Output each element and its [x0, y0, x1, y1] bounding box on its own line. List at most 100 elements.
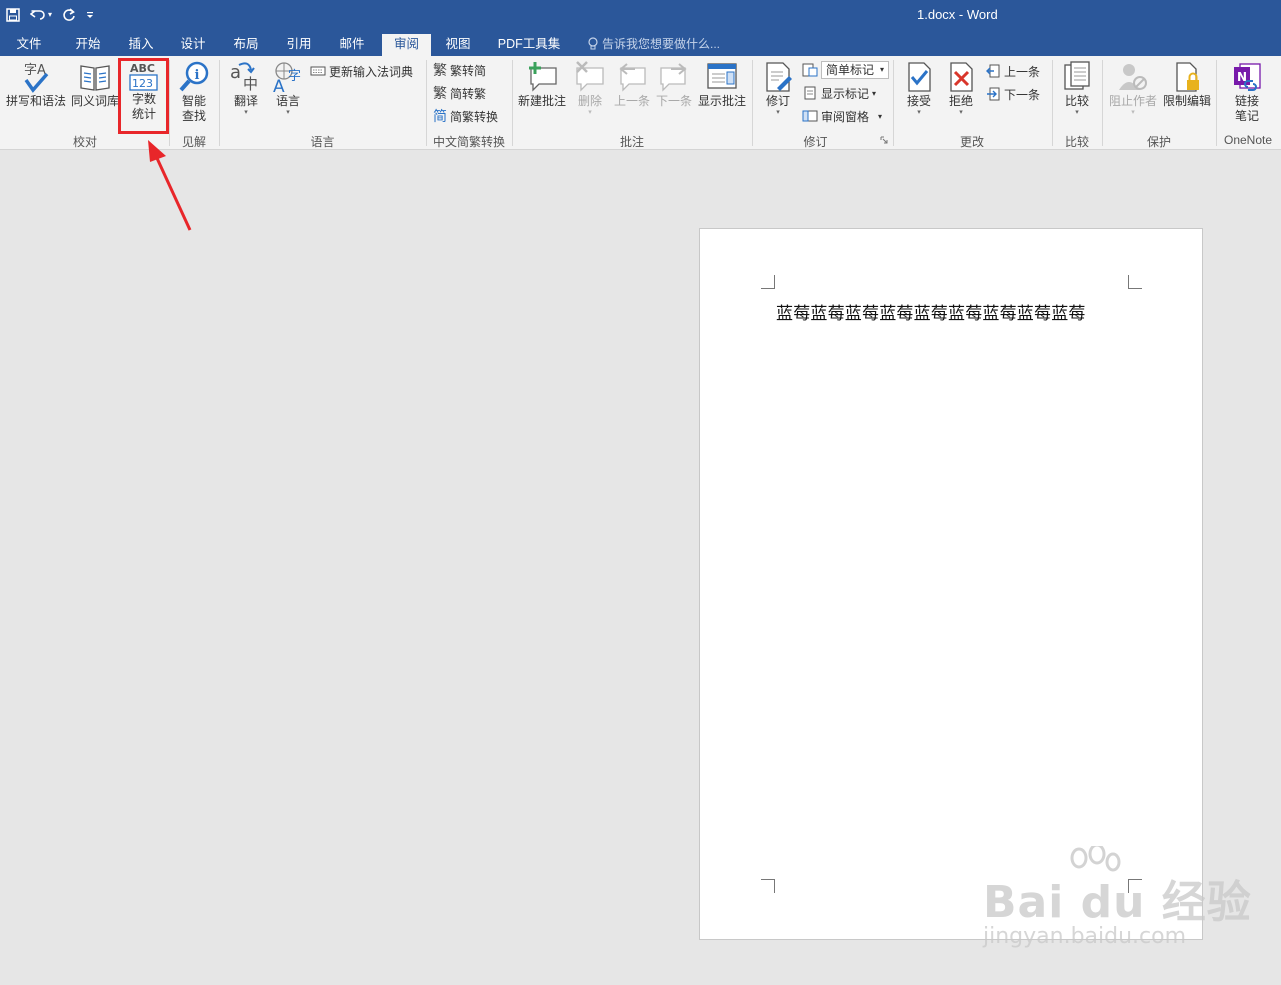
crop-mark — [1128, 275, 1142, 289]
new-comment-button[interactable]: 新建批注 — [515, 60, 569, 109]
chevron-down-icon: ▾ — [286, 109, 290, 116]
block-authors-button[interactable]: 阻止作者 ▾ — [1107, 60, 1159, 117]
tab-design[interactable]: 设计 — [172, 34, 214, 56]
show-markup-label: 显示标记 — [821, 86, 870, 101]
trad-to-simp-label: 繁转简 — [450, 63, 487, 78]
title-bar: ▾ 1.docx - Word — [0, 0, 1281, 30]
language-button[interactable]: A 字 语言 ▾ — [268, 60, 308, 117]
group-protect-label: 保护 — [1146, 135, 1171, 149]
tab-insert[interactable]: 插入 — [120, 34, 162, 56]
customize-qat-icon[interactable] — [86, 10, 94, 20]
update-ime-dictionary-button[interactable]: 更新输入法词典 — [310, 61, 413, 81]
previous-change-button[interactable]: 上一条 — [985, 61, 1040, 81]
previous-comment-button[interactable]: 上一条 — [612, 60, 652, 109]
crop-mark — [761, 275, 775, 289]
chevron-down-icon: ▾ — [588, 109, 592, 116]
chevron-down-icon: ▾ — [1075, 109, 1079, 116]
smart-lookup-label-1: 智能 — [181, 94, 206, 108]
next-change-button[interactable]: 下一条 — [985, 84, 1040, 104]
tab-references[interactable]: 引用 — [278, 34, 320, 56]
chevron-down-icon: ▾ — [917, 109, 921, 116]
group-tracking-label: 修订 — [803, 135, 828, 149]
tab-review[interactable]: 审阅 — [382, 34, 431, 56]
chevron-down-icon: ▾ — [244, 109, 248, 116]
show-comments-button[interactable]: 显示批注 — [696, 60, 748, 109]
watermark-url: jingyan.baidu.com — [983, 924, 1187, 949]
delete-comment-icon — [576, 61, 604, 92]
markup-mode-dropdown[interactable]: 简单标记 ▾ — [802, 60, 890, 80]
simp-to-trad-button[interactable]: 繁 简转繁 — [433, 83, 486, 103]
tab-pdf-tools[interactable]: PDF工具集 — [492, 34, 566, 56]
chinese-convert-label: 简繁转换 — [450, 109, 499, 124]
review-pane-button[interactable]: 审阅窗格 ▾ — [802, 106, 882, 126]
translate-icon: a 中 — [230, 62, 258, 93]
smart-lookup-label-2: 查找 — [181, 109, 206, 123]
svg-text:中: 中 — [243, 75, 258, 93]
show-comments-icon — [707, 63, 737, 89]
markup-mode-select[interactable]: 简单标记 ▾ — [821, 61, 890, 79]
spelling-grammar-button[interactable]: 字A 拼写和语法 — [5, 60, 67, 109]
track-changes-label: 修订 — [765, 94, 790, 108]
tab-file[interactable]: 文件 — [8, 34, 50, 56]
accept-icon — [908, 62, 931, 92]
chinese-convert-button[interactable]: 简 简繁转换 — [433, 106, 498, 126]
document-text[interactable]: 蓝莓蓝莓蓝莓蓝莓蓝莓蓝莓蓝莓蓝莓蓝莓 — [776, 299, 1086, 324]
previous-comment-icon — [619, 63, 646, 92]
smart-lookup-button[interactable]: i 智能 查找 — [172, 60, 216, 124]
tell-me-text: 告诉我您想要做什么... — [602, 37, 721, 51]
save-icon[interactable] — [6, 8, 20, 22]
restrict-editing-button[interactable]: 限制编辑 — [1161, 60, 1213, 109]
linked-notes-label-2: 笔记 — [1234, 109, 1259, 123]
previous-change-icon — [986, 64, 1000, 78]
ribbon-tabs: 文件 开始 插入 设计 布局 引用 邮件 审阅 视图 PDF工具集 告诉我您想要… — [0, 30, 1281, 56]
paw-logo-icon — [1070, 846, 1121, 872]
spelling-label: 拼写和语法 — [5, 94, 66, 108]
show-markup-button[interactable]: 显示标记 ▾ — [802, 83, 876, 103]
tracking-options-launcher[interactable] — [880, 135, 888, 145]
show-comments-label: 显示批注 — [697, 94, 746, 108]
delete-comment-button[interactable]: 删除 ▾ — [572, 60, 608, 117]
svg-text:字: 字 — [288, 69, 301, 84]
lightbulb-icon — [588, 37, 598, 50]
simp-to-trad-label: 简转繁 — [450, 86, 487, 101]
group-comments-label: 批注 — [619, 135, 644, 149]
trad-to-simp-button[interactable]: 繁 繁转简 — [433, 60, 486, 80]
tell-me-box[interactable]: 告诉我您想要做什么... — [588, 34, 720, 54]
chevron-down-icon: ▾ — [776, 109, 780, 116]
show-markup-icon — [804, 86, 816, 100]
thesaurus-label: 同义词库 — [70, 94, 119, 108]
group-changes-label: 更改 — [959, 135, 984, 149]
reject-button[interactable]: 拒绝 ▾ — [942, 60, 980, 117]
quick-access-toolbar: ▾ — [6, 4, 94, 26]
block-authors-icon — [1119, 64, 1147, 90]
spelling-check-icon: 字A — [24, 63, 49, 93]
translate-button[interactable]: a 中 翻译 ▾ — [225, 60, 267, 117]
chevron-down-icon: ▾ — [878, 111, 883, 121]
tab-layout[interactable]: 布局 — [225, 34, 267, 56]
smart-lookup-icon: i — [179, 61, 209, 92]
group-compare-label: 比较 — [1064, 135, 1089, 149]
next-comment-button[interactable]: 下一条 — [654, 60, 694, 109]
document-page[interactable]: 蓝莓蓝莓蓝莓蓝莓蓝莓蓝莓蓝莓蓝莓蓝莓 — [699, 228, 1203, 940]
language-icon: A 字 — [273, 62, 301, 94]
delete-comment-label: 删除 — [577, 94, 602, 108]
block-authors-label: 阻止作者 — [1108, 94, 1157, 108]
accept-button[interactable]: 接受 ▾ — [900, 60, 938, 117]
compare-button[interactable]: 比较 ▾ — [1058, 60, 1096, 117]
red-arrow-annotation — [148, 140, 192, 231]
undo-icon[interactable]: ▾ — [30, 4, 52, 26]
review-pane-label: 审阅窗格 — [821, 109, 870, 124]
chevron-down-icon: ▾ — [880, 65, 885, 74]
group-language-label: 语言 — [310, 135, 335, 149]
review-pane-icon — [802, 110, 818, 122]
tab-home[interactable]: 开始 — [66, 34, 110, 56]
thesaurus-button[interactable]: 同义词库 — [70, 60, 120, 109]
tab-view[interactable]: 视图 — [437, 34, 479, 56]
next-comment-label: 下一条 — [655, 94, 692, 108]
tab-mailings[interactable]: 邮件 — [331, 34, 373, 56]
window-title: 1.docx - Word — [917, 7, 998, 22]
linked-notes-button[interactable]: N 链接 笔记 — [1224, 60, 1270, 124]
track-changes-button[interactable]: 修订 ▾ — [758, 60, 798, 117]
markup-icon — [802, 63, 818, 77]
redo-icon[interactable] — [62, 8, 76, 22]
